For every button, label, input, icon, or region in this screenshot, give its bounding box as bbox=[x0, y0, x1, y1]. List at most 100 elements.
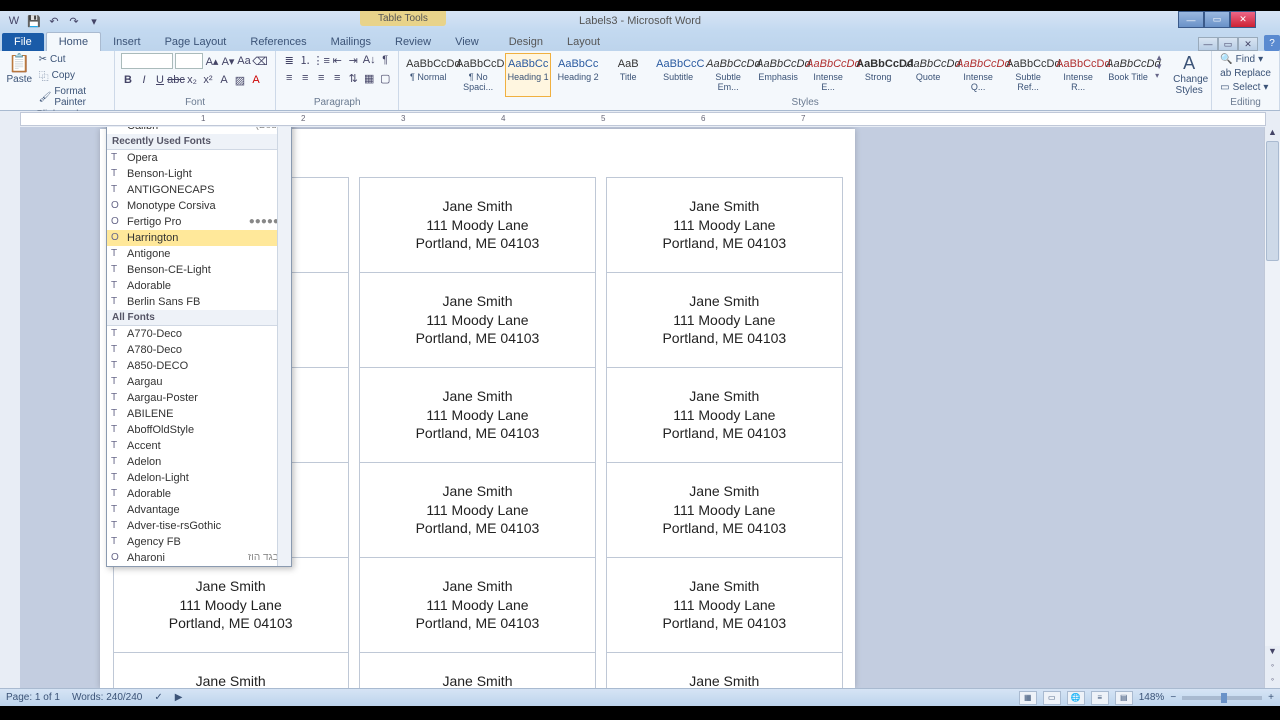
font-option-adelon-light[interactable]: TAdelon-Light bbox=[107, 470, 291, 486]
label-cell[interactable]: Jane Smith111 Moody LanePortland, ME 041… bbox=[113, 653, 348, 689]
label-cell[interactable]: Jane Smith111 Moody LanePortland, ME 041… bbox=[607, 178, 842, 273]
style--normal[interactable]: AaBbCcDd¶ Normal bbox=[405, 53, 451, 97]
shading-icon[interactable]: ▦ bbox=[362, 71, 376, 85]
font-option-adelon[interactable]: TAdelon bbox=[107, 454, 291, 470]
macro-icon[interactable]: ▶ bbox=[175, 692, 183, 703]
qat-more-icon[interactable]: ▾ bbox=[86, 13, 102, 29]
font-option-aargau-poster[interactable]: TAargau-Poster bbox=[107, 390, 291, 406]
font-option-a780-deco[interactable]: TA780-Deco bbox=[107, 342, 291, 358]
font-option-abilene[interactable]: TABILENE bbox=[107, 406, 291, 422]
dd-scrollbar[interactable] bbox=[277, 127, 291, 566]
font-option-calibri[interactable]: Calibri(Body) bbox=[107, 127, 291, 134]
multilevel-icon[interactable]: ⋮≡ bbox=[314, 53, 328, 67]
font-option-berlin-sans-fb[interactable]: TBerlin Sans FB bbox=[107, 294, 291, 310]
grow-font-icon[interactable]: A▴ bbox=[205, 54, 219, 68]
font-option-fertigo-pro[interactable]: OFertigo Pro●●●●●● bbox=[107, 214, 291, 230]
sort-icon[interactable]: A↓ bbox=[362, 53, 376, 67]
copy-button[interactable]: ⿻Copy bbox=[37, 67, 108, 84]
label-cell[interactable]: Jane Smith111 Moody LanePortland, ME 041… bbox=[607, 273, 842, 368]
align-center-icon[interactable]: ≡ bbox=[298, 71, 312, 85]
zoom-out-button[interactable]: − bbox=[1170, 692, 1176, 703]
tab-file[interactable]: File bbox=[2, 33, 44, 51]
doc-close-button[interactable]: ✕ bbox=[1238, 37, 1258, 51]
style-subtle-ref-[interactable]: AaBbCcDdSubtle Ref... bbox=[1005, 53, 1051, 97]
style-emphasis[interactable]: AaBbCcDdEmphasis bbox=[755, 53, 801, 97]
show-marks-icon[interactable]: ¶ bbox=[378, 53, 392, 67]
font-option-a850-deco[interactable]: TA850-DECO bbox=[107, 358, 291, 374]
outdent-icon[interactable]: ⇤ bbox=[330, 53, 344, 67]
close-button[interactable]: ✕ bbox=[1230, 11, 1256, 28]
zoom-level[interactable]: 148% bbox=[1139, 692, 1165, 703]
label-cell[interactable]: Jane Smith111 Moody LanePortland, ME 041… bbox=[360, 273, 595, 368]
status-page[interactable]: Page: 1 of 1 bbox=[6, 692, 60, 703]
tab-view[interactable]: View bbox=[443, 33, 491, 51]
redo-icon[interactable]: ↷ bbox=[66, 13, 82, 29]
style-intense-e-[interactable]: AaBbCcDdIntense E... bbox=[805, 53, 851, 97]
replace-button[interactable]: abReplace bbox=[1218, 67, 1273, 80]
maximize-button[interactable]: ▭ bbox=[1204, 11, 1230, 28]
font-option-adorable[interactable]: TAdorable bbox=[107, 486, 291, 502]
horizontal-ruler[interactable]: 1234567 bbox=[20, 112, 1266, 126]
style-intense-q-[interactable]: AaBbCcDdIntense Q... bbox=[955, 53, 1001, 97]
paste-button[interactable]: 📋Paste bbox=[6, 53, 33, 85]
font-option-aharoni[interactable]: OAharoniאבגד הוז bbox=[107, 550, 291, 566]
undo-icon[interactable]: ↶ bbox=[46, 13, 62, 29]
font-option-aargau[interactable]: TAargau bbox=[107, 374, 291, 390]
vertical-scrollbar[interactable]: ▲ ▼ ◦ ◦ bbox=[1264, 127, 1280, 688]
label-cell[interactable]: Jane Smith111 Moody LanePortland, ME 041… bbox=[607, 558, 842, 653]
status-words[interactable]: Words: 240/240 bbox=[72, 692, 142, 703]
proofing-icon[interactable]: ✓ bbox=[154, 692, 162, 703]
numbering-icon[interactable]: ⒈ bbox=[298, 53, 312, 67]
font-dropdown[interactable]: Theme Fonts Cambria(Headings)Calibri(Bod… bbox=[106, 127, 292, 567]
font-option-adver-tise-rsgothic[interactable]: TAdver-tise-rsGothic bbox=[107, 518, 291, 534]
tab-review[interactable]: Review bbox=[383, 33, 443, 51]
font-option-opera[interactable]: TOpera bbox=[107, 150, 291, 166]
underline-icon[interactable]: U bbox=[153, 73, 167, 87]
label-cell[interactable]: Jane Smith111 Moody LanePortland, ME 041… bbox=[360, 178, 595, 273]
help-button[interactable]: ? bbox=[1264, 35, 1280, 51]
font-option-benson-light[interactable]: TBenson-Light bbox=[107, 166, 291, 182]
view-web[interactable]: 🌐 bbox=[1067, 691, 1085, 705]
minimize-button[interactable]: — bbox=[1178, 11, 1204, 28]
label-cell[interactable]: Jane Smith111 Moody LanePortland, ME 041… bbox=[360, 653, 595, 689]
line-spacing-icon[interactable]: ⇅ bbox=[346, 71, 360, 85]
text-effects-icon[interactable]: A bbox=[217, 73, 231, 87]
font-option-antigone[interactable]: TAntigone bbox=[107, 246, 291, 262]
font-option-agency-fb[interactable]: TAgency FB bbox=[107, 534, 291, 550]
label-cell[interactable]: Jane Smith111 Moody LanePortland, ME 041… bbox=[360, 558, 595, 653]
align-left-icon[interactable]: ≡ bbox=[282, 71, 296, 85]
tab-layout[interactable]: Layout bbox=[555, 33, 612, 51]
font-option-monotype-corsiva[interactable]: OMonotype Corsiva bbox=[107, 198, 291, 214]
font-option-benson-ce-light[interactable]: TBenson-CE-Light bbox=[107, 262, 291, 278]
strike-icon[interactable]: abc bbox=[169, 73, 183, 87]
view-print-layout[interactable]: ▦ bbox=[1019, 691, 1037, 705]
style-subtitle[interactable]: AaBbCcCSubtitle bbox=[655, 53, 701, 97]
tab-page-layout[interactable]: Page Layout bbox=[153, 33, 239, 51]
font-name-input[interactable] bbox=[121, 53, 173, 69]
font-option-advantage[interactable]: TAdvantage bbox=[107, 502, 291, 518]
scroll-up-icon[interactable]: ▲ bbox=[1265, 127, 1280, 141]
font-option-a770-deco[interactable]: TA770-Deco bbox=[107, 326, 291, 342]
format-painter-button[interactable]: 🖌Format Painter bbox=[37, 85, 108, 109]
cut-button[interactable]: ✂Cut bbox=[37, 53, 108, 66]
label-cell[interactable]: Jane Smith111 Moody LanePortland, ME 041… bbox=[607, 653, 842, 689]
superscript-icon[interactable]: x² bbox=[201, 73, 215, 87]
save-icon[interactable]: 💾 bbox=[26, 13, 42, 29]
style-intense-r-[interactable]: AaBbCcDdIntense R... bbox=[1055, 53, 1101, 97]
vertical-ruler[interactable] bbox=[0, 127, 20, 688]
select-button[interactable]: ▭Select ▾ bbox=[1218, 81, 1273, 94]
view-draft[interactable]: ▤ bbox=[1115, 691, 1133, 705]
tab-design[interactable]: Design bbox=[497, 33, 555, 51]
borders-icon[interactable]: ▢ bbox=[378, 71, 392, 85]
zoom-in-button[interactable]: + bbox=[1268, 692, 1274, 703]
tab-mailings[interactable]: Mailings bbox=[319, 33, 383, 51]
scroll-down-icon[interactable]: ▼ bbox=[1265, 646, 1280, 660]
label-cell[interactable]: Jane Smith111 Moody LanePortland, ME 041… bbox=[360, 368, 595, 463]
label-cell[interactable]: Jane Smith111 Moody LanePortland, ME 041… bbox=[360, 463, 595, 558]
clear-format-icon[interactable]: ⌫ bbox=[253, 54, 267, 68]
font-option-adorable[interactable]: TAdorable bbox=[107, 278, 291, 294]
change-case-icon[interactable]: Aa bbox=[237, 54, 251, 68]
font-option-harrington[interactable]: OHarrington bbox=[107, 230, 291, 246]
font-option-accent[interactable]: TAccent bbox=[107, 438, 291, 454]
font-size-input[interactable] bbox=[175, 53, 203, 69]
